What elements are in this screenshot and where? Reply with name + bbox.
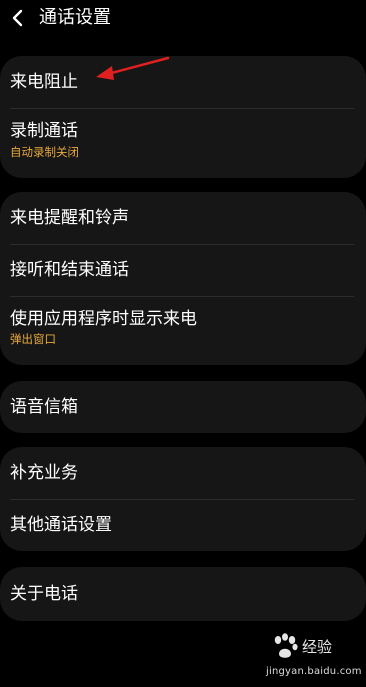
page-title: 通话设置 xyxy=(39,7,111,28)
setting-answer-end-calls[interactable]: 接听和结束通话 xyxy=(0,245,366,296)
setting-status: 自动录制关闭 xyxy=(10,145,79,159)
setting-about-phone[interactable]: 关于电话 xyxy=(0,567,366,621)
setting-label: 补充业务 xyxy=(10,463,78,483)
setting-label: 录制通话 xyxy=(10,121,78,141)
setting-label: 语音信箱 xyxy=(10,397,78,417)
settings-group-blocking-recording: 来电阻止 录制通话 自动录制关闭 xyxy=(0,56,366,178)
setting-label: 其他通话设置 xyxy=(10,515,112,535)
watermark-brand: 经验 xyxy=(302,638,333,656)
setting-voicemail[interactable]: 语音信箱 xyxy=(0,381,366,433)
settings-group-supplementary: 补充业务 其他通话设置 xyxy=(0,447,366,551)
app-header: 通话设置 xyxy=(0,0,366,40)
setting-call-alerts-ringtone[interactable]: 来电提醒和铃声 xyxy=(0,192,366,244)
paw-logo-icon xyxy=(274,633,298,658)
settings-group-voicemail: 语音信箱 xyxy=(0,381,366,433)
setting-status: 弹出窗口 xyxy=(10,332,56,346)
call-settings-screen: 通话设置 来电阻止 录制通话 自动录制关闭 来电提醒和铃声 接听和结束通话 使用… xyxy=(0,0,366,687)
setting-label: 接听和结束通话 xyxy=(10,260,129,280)
watermark-url: jingyan.baidu.com xyxy=(266,666,362,677)
setting-label: 关于电话 xyxy=(10,584,78,604)
setting-call-blocking[interactable]: 来电阻止 xyxy=(0,56,366,108)
setting-supplementary-services[interactable]: 补充业务 xyxy=(0,447,366,499)
setting-other-call-settings[interactable]: 其他通话设置 xyxy=(0,500,366,551)
settings-group-about: 关于电话 xyxy=(0,567,366,621)
setting-label: 来电提醒和铃声 xyxy=(10,208,129,228)
setting-label: 使用应用程序时显示来电 xyxy=(10,309,197,329)
settings-group-incoming-calls: 来电提醒和铃声 接听和结束通话 使用应用程序时显示来电 弹出窗口 xyxy=(0,192,366,365)
back-button[interactable] xyxy=(6,5,30,31)
setting-show-calls-in-apps[interactable]: 使用应用程序时显示来电 弹出窗口 xyxy=(0,297,366,365)
watermark: 经验 jingyan.baidu.com xyxy=(266,630,362,686)
chevron-left-icon xyxy=(12,9,23,27)
setting-label: 来电阻止 xyxy=(10,72,78,92)
setting-call-recording[interactable]: 录制通话 自动录制关闭 xyxy=(0,109,366,178)
